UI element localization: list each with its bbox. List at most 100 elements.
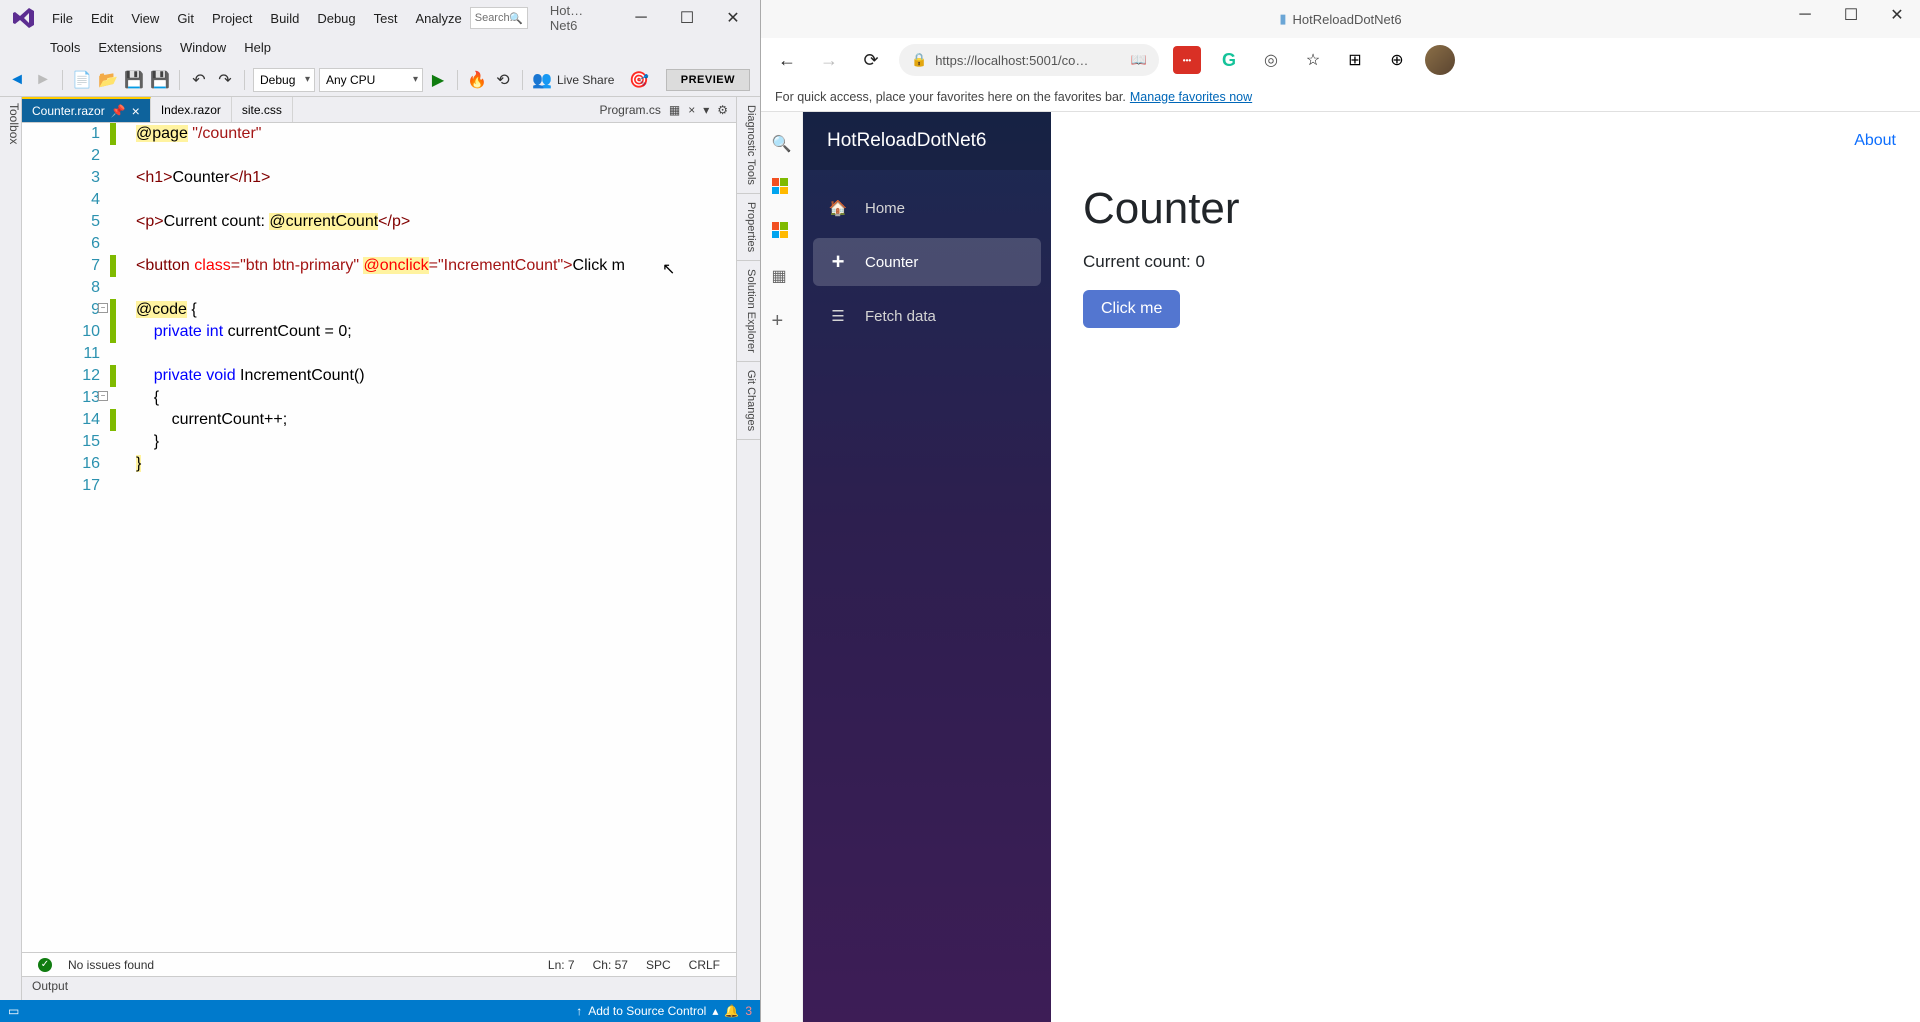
ms-logo-icon[interactable] [772,222,792,242]
menu-analyze[interactable]: Analyze [407,7,469,30]
menu-project[interactable]: Project [204,7,260,30]
nav-counter[interactable]: + Counter [813,238,1041,286]
tab-program-cs[interactable]: Program.cs [599,103,660,117]
reader-icon[interactable]: 📖 [1131,52,1147,68]
menu-file[interactable]: File [44,7,81,30]
platform-dropdown[interactable]: Any CPU [319,68,423,92]
menu-debug[interactable]: Debug [309,7,363,30]
menu-tools[interactable]: Tools [42,36,88,59]
apps-icon[interactable]: ▦ [772,266,792,286]
favorites-button[interactable]: ☆ [1299,46,1327,74]
ext-grammarly-icon[interactable]: G [1215,46,1243,74]
search-icon[interactable]: 🔍 [772,134,792,154]
source-control-up-icon: ↑ [576,1004,582,1018]
ext-tracking-icon[interactable]: ◎ [1257,46,1285,74]
nav-fetch-data[interactable]: ☰ Fetch data [813,292,1041,340]
vs-search-input[interactable]: Search... 🔍 [470,7,528,29]
favbar-text: For quick access, place your favorites h… [775,90,1126,104]
favorites-bar-icon[interactable]: ⊞ [1341,46,1369,74]
menu-test[interactable]: Test [366,7,406,30]
preview-badge[interactable]: PREVIEW [666,69,750,91]
indent-indicator[interactable]: SPC [646,958,671,972]
add-source-control[interactable]: Add to Source Control [588,1004,706,1018]
live-share-icon[interactable]: 👥 [531,69,553,91]
about-link[interactable]: About [1854,132,1896,150]
vs-logo-icon [12,6,36,30]
rail-solution-explorer[interactable]: Solution Explorer [737,261,760,362]
preview-tab-icon[interactable]: ▦ [669,103,680,117]
minimize-button[interactable]: ─ [618,3,664,33]
output-tab[interactable]: Output [22,976,736,1000]
plus-icon: + [827,249,849,275]
code-editor[interactable]: 1 2 3 4 5 6 7 8 9− 10 11 12 13− 14 15 16 [22,123,736,952]
search-icon: 🔍 [509,12,523,25]
rail-diagnostic-tools[interactable]: Diagnostic Tools [737,97,760,194]
manage-favorites-link[interactable]: Manage favorites now [1130,90,1252,104]
tab-counter-razor[interactable]: Counter.razor 📌 × [22,97,151,122]
minimize-button[interactable]: ─ [1782,0,1828,30]
hot-reload-icon[interactable]: 🔥 [466,69,488,91]
menu-build[interactable]: Build [262,7,307,30]
address-bar[interactable]: 🔒 https://localhost:5001/co… 📖 [899,44,1159,76]
ext-lastpass-icon[interactable]: ••• [1173,46,1201,74]
tab-site-css[interactable]: site.css [232,97,293,122]
notifications-icon[interactable]: 🔔 [724,1004,739,1018]
editor-tabs: Counter.razor 📌 × Index.razor site.css P… [22,97,736,123]
app-brand[interactable]: HotReloadDotNet6 [803,112,1051,170]
live-share-label[interactable]: Live Share [557,73,614,87]
browser-titlebar: ▮ HotReloadDotNet6 ─ ☐ ✕ [761,0,1920,38]
nav-back-icon[interactable]: ◄ [6,69,28,91]
save-icon[interactable]: 💾 [123,69,145,91]
tab-index-razor[interactable]: Index.razor [151,97,232,122]
save-all-icon[interactable]: 💾 [149,69,171,91]
menu-window[interactable]: Window [172,36,234,59]
maximize-button[interactable]: ☐ [664,3,710,33]
menu-edit[interactable]: Edit [83,7,121,30]
rail-git-changes[interactable]: Git Changes [737,362,760,440]
redo-icon[interactable]: ↷ [214,69,236,91]
open-icon[interactable]: 📂 [97,69,119,91]
tab-right-group: Program.cs ▦ × ▾ ⚙ [591,97,736,122]
nav-fwd-icon[interactable]: ► [32,69,54,91]
chevron-up-icon[interactable]: ▴ [712,1004,718,1018]
toolbox-tab[interactable]: Toolbox [0,97,22,1000]
menu-help[interactable]: Help [236,36,279,59]
app-topbar: About [1051,112,1920,170]
nav-home[interactable]: 🏠 Home [813,184,1041,232]
back-button[interactable]: ← [773,46,801,74]
config-dropdown[interactable]: Debug [253,68,315,92]
close-icon[interactable]: × [688,103,695,117]
collections-button[interactable]: ⊕ [1383,46,1411,74]
tab-label: Counter.razor [32,104,105,118]
line-indicator[interactable]: Ln: 7 [548,958,575,972]
menu-extensions[interactable]: Extensions [90,36,170,59]
add-icon[interactable]: + [772,310,792,330]
close-button[interactable]: ✕ [1874,0,1920,30]
forward-button[interactable]: → [815,46,843,74]
start-icon[interactable]: ▶ [427,69,449,91]
ms-logo-icon[interactable] [772,178,792,198]
col-indicator[interactable]: Ch: 57 [593,958,628,972]
dropdown-icon[interactable]: ▾ [703,103,709,117]
feedback-icon[interactable]: 🎯 [628,69,650,91]
menu-view[interactable]: View [123,7,167,30]
close-button[interactable]: ✕ [710,3,756,33]
nav-label: Counter [865,254,918,271]
refresh-button[interactable]: ⟳ [857,46,885,74]
issues-label[interactable]: No issues found [68,958,154,972]
undo-icon[interactable]: ↶ [188,69,210,91]
profile-avatar[interactable] [1425,45,1455,75]
pin-icon[interactable]: 📌 [111,104,126,118]
rail-properties[interactable]: Properties [737,194,760,261]
menu-git[interactable]: Git [169,7,202,30]
close-icon[interactable]: × [132,103,140,119]
code-content[interactable]: @page "/counter" <h1>Counter</h1> <p>Cur… [118,123,736,952]
browser-link-icon[interactable]: ⟲ [492,69,514,91]
new-project-icon[interactable]: 📄 [71,69,93,91]
click-me-button[interactable]: Click me [1083,290,1180,328]
gear-icon[interactable]: ⚙ [717,103,728,117]
eol-indicator[interactable]: CRLF [689,958,720,972]
maximize-button[interactable]: ☐ [1828,0,1874,30]
home-icon: 🏠 [827,199,849,217]
separator [179,70,180,90]
